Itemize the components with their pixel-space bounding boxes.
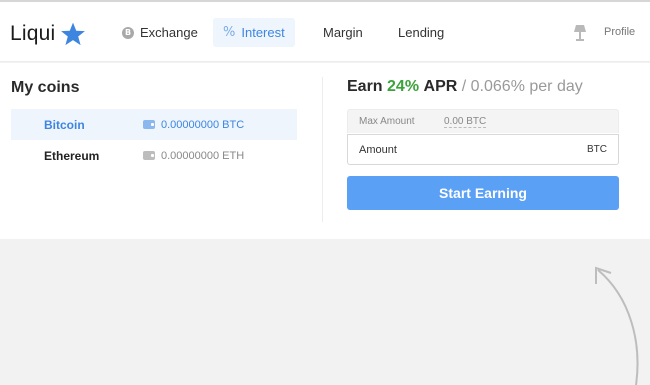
nav-lending[interactable]: Lending	[389, 18, 453, 47]
nav-exchange[interactable]: B Exchange	[113, 18, 207, 47]
interest-panel: My coins Bitcoin 0.00000000 BTC Ethereum…	[0, 63, 650, 239]
nav-exchange-label: Exchange	[140, 25, 198, 40]
amount-unit: BTC	[587, 144, 607, 155]
top-navigation-bar: Liqui B Exchange % Interest Margin Lendi…	[0, 0, 650, 62]
per-day-rate: 0.066% per day	[470, 78, 583, 95]
brand-logo[interactable]: Liqui	[10, 21, 86, 47]
star-icon	[61, 22, 86, 46]
apr-label: APR	[423, 78, 458, 95]
coin-balance: 0.00000000 ETH	[161, 149, 245, 162]
brand-name: Liqui	[10, 22, 56, 45]
amount-field[interactable]: BTC	[347, 134, 619, 165]
start-earning-button[interactable]: Start Earning	[347, 176, 619, 210]
earn-prefix: Earn	[347, 78, 383, 95]
nav-lending-label: Lending	[398, 25, 445, 40]
earn-separator: /	[461, 78, 467, 95]
max-amount-label: Max Amount	[359, 116, 415, 127]
amount-input[interactable]	[348, 135, 578, 164]
nav-margin[interactable]: Margin	[314, 18, 372, 47]
coin-balance: 0.00000000 BTC	[161, 118, 245, 131]
coin-row-bitcoin[interactable]: Bitcoin 0.00000000 BTC	[11, 109, 297, 140]
apr-value: 24%	[387, 78, 420, 95]
my-coins-title: My coins	[11, 79, 80, 96]
curved-arrow-icon	[595, 266, 639, 385]
nav-margin-label: Margin	[323, 25, 363, 40]
panel-divider	[322, 77, 323, 222]
coin-row-ethereum[interactable]: Ethereum 0.00000000 ETH	[11, 140, 297, 171]
wallet-icon	[143, 120, 155, 129]
wallet-icon	[143, 151, 155, 160]
coin-name: Bitcoin	[44, 117, 85, 132]
profile-link[interactable]: Profile	[604, 26, 635, 38]
coin-name: Ethereum	[44, 148, 100, 163]
nav-interest[interactable]: % Interest	[213, 18, 295, 47]
earn-headline: Earn 24% APR / 0.066% per day	[347, 78, 583, 96]
nav-interest-label: Interest	[241, 25, 285, 40]
lamp-icon[interactable]	[573, 24, 587, 42]
max-amount-row: Max Amount 0.00 BTC	[347, 109, 619, 133]
max-amount-value[interactable]: 0.00 BTC	[444, 116, 487, 128]
bitcoin-badge-icon: B	[122, 26, 134, 39]
percent-icon: %	[223, 25, 236, 40]
